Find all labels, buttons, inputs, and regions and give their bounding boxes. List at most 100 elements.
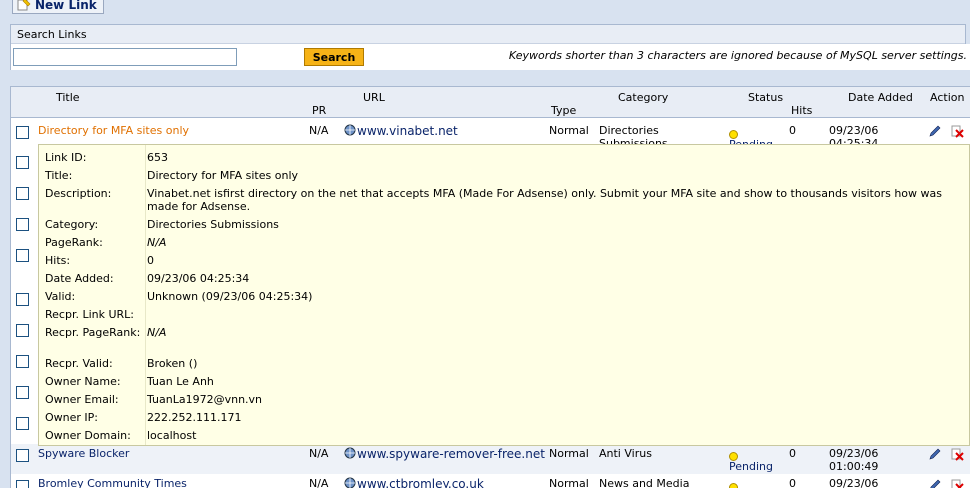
tooltip-label: Owner Email: [45, 393, 119, 406]
tooltip-row: Owner Email: TuanLa1972@vnn.vn [39, 393, 969, 411]
header-action: Action [930, 91, 965, 104]
row-hits: 0 [789, 124, 796, 137]
tooltip-label: Date Added: [45, 272, 114, 285]
tooltip-row: Link ID: 653 [39, 151, 969, 169]
new-document-icon [17, 0, 31, 11]
row-type: Normal [549, 447, 589, 460]
edit-icon[interactable] [928, 447, 942, 461]
tooltip-row: Owner Name: Tuan Le Anh [39, 375, 969, 393]
tooltip-label: Owner IP: [45, 411, 98, 424]
status-pending-icon [729, 480, 738, 488]
row-pr: N/A [309, 447, 329, 460]
row-title-link[interactable]: Spyware Blocker [38, 447, 129, 460]
tooltip-value: TuanLa1972@vnn.vn [147, 393, 263, 406]
row-date: 09/23/06 [829, 477, 879, 488]
tooltip-label: Valid: [45, 290, 76, 303]
new-link-label: New Link [35, 0, 97, 12]
row-checkbox[interactable] [16, 324, 29, 337]
search-note: Keywords shorter than 3 characters are i… [508, 49, 967, 62]
row-checkbox[interactable] [16, 355, 29, 368]
row-hits: 0 [789, 477, 796, 488]
row-category: News and Media [599, 477, 690, 488]
header-pr[interactable]: PR [312, 104, 326, 117]
row-time: 01:00:49 [829, 460, 879, 473]
row-type: Normal [549, 477, 589, 488]
tooltip-value: N/A [147, 236, 167, 249]
tooltip-row: Owner IP: 222.252.111.171 [39, 411, 969, 429]
table-row: Directory for MFA sites only N/A www.vin… [11, 119, 970, 151]
search-button[interactable]: Search [304, 48, 364, 66]
row-category: Anti Virus [599, 447, 652, 460]
tooltip-row: Category: Directories Submissions [39, 218, 969, 236]
row-title-link[interactable]: Directory for MFA sites only [38, 124, 189, 137]
globe-icon [344, 124, 356, 136]
row-url-text[interactable]: www.spyware-remover-free.net [357, 447, 545, 461]
tooltip-row: Owner Domain: localhost [39, 429, 969, 447]
tooltip-row: PageRank: N/A [39, 236, 969, 254]
tooltip-value: 09/23/06 04:25:34 [147, 272, 250, 285]
tooltip-value: 653 [147, 151, 168, 164]
delete-icon[interactable] [950, 478, 964, 488]
row-checkbox[interactable] [16, 417, 29, 430]
tooltip-label: Hits: [45, 254, 71, 267]
row-checkbox[interactable] [16, 126, 29, 139]
tooltip-value: Tuan Le Anh [147, 375, 214, 388]
row-checkbox[interactable] [16, 249, 29, 262]
header-category[interactable]: Category [618, 91, 668, 104]
tooltip-value: Broken () [147, 357, 198, 370]
delete-icon[interactable] [950, 124, 964, 138]
row-url[interactable]: www.ctbromley.co.uk [344, 477, 484, 488]
tooltip-row: Recpr. Valid: Broken () [39, 357, 969, 375]
row-url-text[interactable]: www.vinabet.net [357, 124, 458, 138]
tooltip-value: Directory for MFA sites only [147, 169, 299, 182]
tooltip-label: Link ID: [45, 151, 87, 164]
tooltip-value: localhost [147, 429, 197, 442]
row-pr: N/A [309, 124, 329, 137]
tooltip-label: Category: [45, 218, 99, 231]
tooltip-label: Title: [45, 169, 73, 182]
table-header-top: Title URL Category Status Date Added Act… [11, 86, 970, 106]
table-row: Spyware Blocker N/A www.spyware-remover-… [11, 444, 970, 474]
search-panel-header: Search Links [11, 25, 965, 44]
tooltip-label: Owner Name: [45, 375, 121, 388]
tooltip-row: Valid: Unknown (09/23/06 04:25:34) [39, 290, 969, 308]
row-checkbox[interactable] [16, 386, 29, 399]
header-url[interactable]: URL [363, 91, 385, 104]
header-status[interactable]: Status [748, 91, 783, 104]
globe-icon [344, 447, 356, 459]
globe-icon [344, 477, 356, 488]
row-url[interactable]: www.vinabet.net [344, 124, 458, 138]
row-checkbox[interactable] [16, 187, 29, 200]
tooltip-value: Unknown (09/23/06 04:25:34) [147, 290, 313, 303]
row-title-link[interactable]: Bromley Community Times [38, 477, 187, 488]
tooltip-value: Vinabet.net isfirst directory on the net… [147, 187, 942, 213]
row-url-text[interactable]: www.ctbromley.co.uk [357, 477, 484, 488]
row-pr: N/A [309, 477, 329, 488]
row-date: 09/23/06 [829, 447, 879, 460]
search-input[interactable] [13, 48, 237, 66]
row-checkbox[interactable] [16, 156, 29, 169]
row-type: Normal [549, 124, 589, 137]
delete-icon[interactable] [950, 447, 964, 461]
row-checkbox[interactable] [16, 218, 29, 231]
header-hits[interactable]: Hits [791, 104, 812, 117]
row-status[interactable]: Pending [729, 460, 773, 473]
row-date: 09/23/06 [829, 124, 879, 137]
header-title[interactable]: Title [56, 91, 80, 104]
tooltip-label: Recpr. Link URL: [45, 308, 135, 321]
tooltip-value: 0 [147, 254, 154, 267]
edit-icon[interactable] [928, 478, 942, 488]
header-type[interactable]: Type [551, 104, 576, 117]
tooltip-row: Description: Vinabet.net isfirst director… [39, 187, 969, 217]
tooltip-value: N/A [147, 326, 167, 339]
new-link-button[interactable]: New Link [12, 0, 104, 14]
edit-icon[interactable] [928, 124, 942, 138]
table-header-bottom: PR Type Hits [11, 104, 970, 118]
row-url[interactable]: www.spyware-remover-free.net [344, 447, 545, 461]
row-checkbox[interactable] [16, 293, 29, 306]
header-date-added[interactable]: Date Added [848, 91, 913, 104]
tooltip-label: Owner Domain: [45, 429, 131, 442]
tooltip-label: Recpr. Valid: [45, 357, 113, 370]
row-checkbox[interactable] [16, 449, 29, 462]
row-checkbox[interactable] [16, 480, 29, 488]
